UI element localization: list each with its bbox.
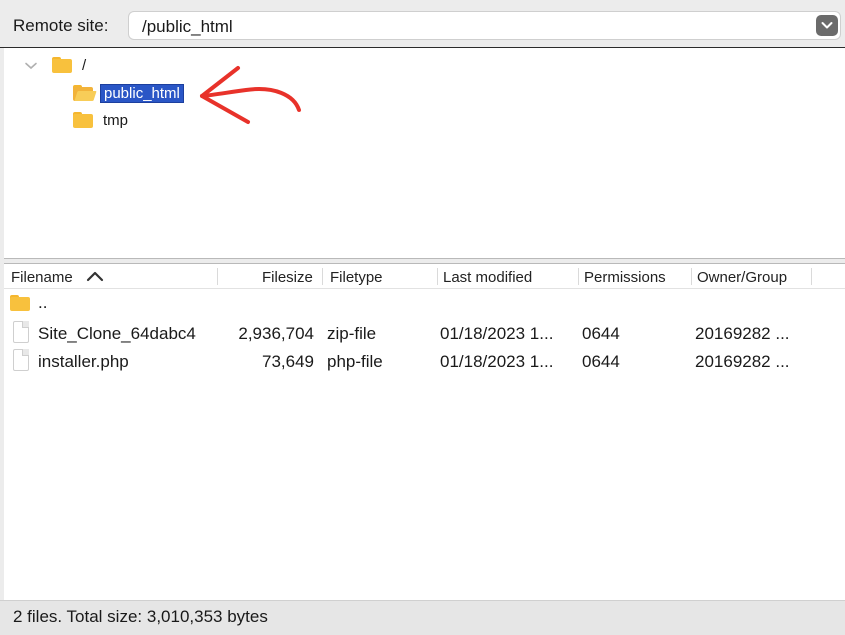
column-owner-group[interactable]: Owner/Group bbox=[697, 269, 787, 286]
column-permissions[interactable]: Permissions bbox=[584, 269, 666, 286]
remote-site-bar: Remote site: /public_html bbox=[0, 0, 845, 48]
filesize-cell: 2,936,704 bbox=[238, 324, 314, 343]
column-separator[interactable] bbox=[322, 268, 323, 285]
filename-cell: Site_Clone_64dabc4 bbox=[38, 324, 196, 343]
remote-directory-tree: / public_html tmp bbox=[4, 48, 845, 258]
filename-cell: installer.php bbox=[38, 352, 129, 371]
tree-node-root[interactable]: / bbox=[52, 54, 89, 76]
file-icon bbox=[13, 349, 29, 371]
owner-cell: 20169282 ... bbox=[695, 352, 790, 371]
table-row[interactable]: installer.php 73,649 php-file 01/18/2023… bbox=[4, 346, 845, 374]
tree-node-tmp[interactable]: tmp bbox=[73, 109, 131, 131]
filename-cell: .. bbox=[38, 293, 48, 312]
column-separator[interactable] bbox=[811, 268, 812, 285]
path-dropdown-button[interactable] bbox=[816, 15, 838, 36]
remote-site-label: Remote site: bbox=[13, 16, 109, 35]
permissions-cell: 0644 bbox=[582, 324, 620, 343]
column-separator[interactable] bbox=[217, 268, 218, 285]
remote-path-input[interactable]: /public_html bbox=[128, 11, 841, 40]
tree-node-label: public_html bbox=[100, 83, 184, 103]
chevron-down-icon[interactable] bbox=[24, 61, 38, 71]
column-filetype[interactable]: Filetype bbox=[330, 269, 383, 286]
status-text: 2 files. Total size: 3,010,353 bytes bbox=[13, 607, 268, 626]
file-icon bbox=[13, 321, 29, 343]
list-item-parent-dir[interactable]: .. bbox=[4, 290, 845, 318]
remote-path-value: /public_html bbox=[142, 17, 233, 36]
filesize-cell: 73,649 bbox=[262, 352, 314, 371]
status-bar: 2 files. Total size: 3,010,353 bytes bbox=[0, 600, 845, 635]
annotation-arrow bbox=[200, 66, 301, 124]
column-separator[interactable] bbox=[578, 268, 579, 285]
sort-ascending-icon[interactable] bbox=[86, 271, 104, 282]
owner-cell: 20169282 ... bbox=[695, 324, 790, 343]
column-last-modified[interactable]: Last modified bbox=[443, 269, 532, 286]
permissions-cell: 0644 bbox=[582, 352, 620, 371]
tree-node-label: / bbox=[82, 56, 87, 74]
folder-icon bbox=[10, 295, 30, 311]
folder-icon bbox=[52, 57, 72, 73]
column-filename[interactable]: Filename bbox=[11, 269, 73, 286]
column-filesize[interactable]: Filesize bbox=[262, 269, 313, 286]
filetype-cell: zip-file bbox=[327, 324, 377, 343]
chevron-down-icon bbox=[821, 22, 833, 29]
column-separator[interactable] bbox=[691, 268, 692, 285]
table-row[interactable]: Site_Clone_64dabc4 2,936,704 zip-file 01… bbox=[4, 318, 845, 346]
modified-cell: 01/18/2023 1... bbox=[440, 324, 554, 343]
remote-file-list: Filename Filesize Filetype Last modified… bbox=[4, 264, 845, 600]
filetype-cell: php-file bbox=[327, 352, 383, 371]
folder-open-icon bbox=[73, 85, 97, 101]
modified-cell: 01/18/2023 1... bbox=[440, 352, 554, 371]
file-list-header: Filename Filesize Filetype Last modified… bbox=[4, 264, 845, 289]
column-separator[interactable] bbox=[437, 268, 438, 285]
tree-node-public-html[interactable]: public_html bbox=[73, 82, 184, 104]
folder-icon bbox=[73, 112, 93, 128]
tree-node-label: tmp bbox=[103, 111, 129, 129]
